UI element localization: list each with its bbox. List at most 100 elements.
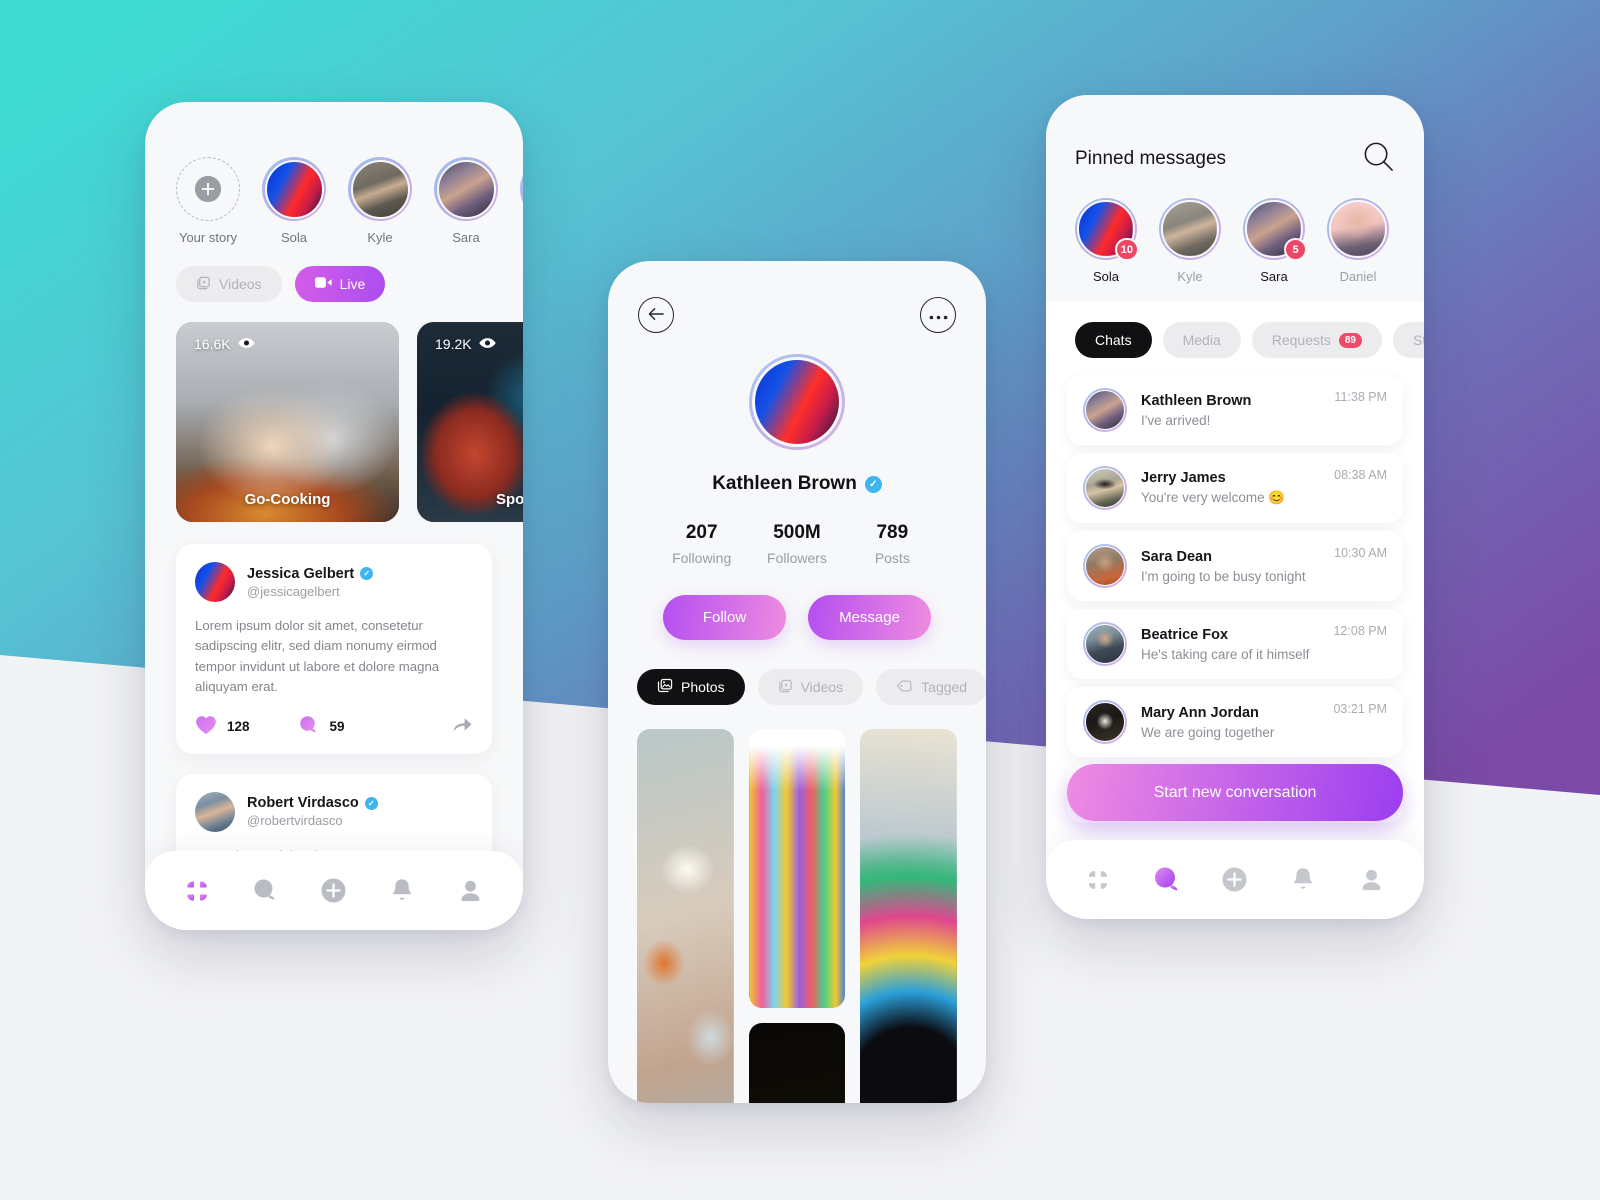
pinned-kyle[interactable]: Kyle: [1159, 198, 1221, 284]
chat-preview: We are going together: [1141, 724, 1275, 740]
chat-timestamp: 11:38 PM: [1334, 390, 1387, 404]
chat-text: Beatrice Fox He's taking care of it hims…: [1141, 627, 1319, 662]
tab-media[interactable]: Media: [1162, 322, 1241, 358]
nav-comment-icon[interactable]: [1144, 857, 1190, 903]
bottom-nav[interactable]: [145, 851, 523, 930]
pinned-sara[interactable]: 5 Sara: [1243, 198, 1307, 284]
bottom-nav[interactable]: [1046, 840, 1424, 919]
avatar-ring: [1083, 544, 1127, 588]
plus-icon[interactable]: [195, 176, 221, 202]
post-card[interactable]: Jessica Gelbert ✓ @jessicagelbert Lorem …: [176, 544, 492, 754]
photo-thumb[interactable]: [748, 729, 846, 1008]
story-your-story[interactable]: Your story: [176, 157, 240, 245]
chat-list-item[interactable]: Sara Dean I'm going to be busy tonight 1…: [1067, 531, 1403, 601]
page-title: Pinned messages: [1075, 148, 1227, 169]
live-card[interactable]: 19.2K Sports-Ic: [417, 322, 523, 522]
photo-thumb[interactable]: [748, 1023, 846, 1103]
video-library-icon: [196, 275, 211, 293]
pinned-sola[interactable]: 10 Sola: [1075, 198, 1139, 284]
avatar: [1085, 390, 1125, 430]
avatar-ring: [1083, 700, 1127, 744]
photo-thumb[interactable]: [860, 729, 957, 1103]
chat-tabs[interactable]: Chats Media Requests 89 Stared: [1046, 322, 1424, 358]
story-sara[interactable]: Sara: [434, 157, 498, 245]
message-button[interactable]: Message: [808, 595, 931, 640]
comment-action[interactable]: 59: [298, 715, 345, 738]
tab-videos[interactable]: Videos: [757, 669, 864, 705]
stat-followers[interactable]: 500M Followers: [749, 522, 844, 566]
tab-label: Requests: [1271, 332, 1331, 348]
share-action[interactable]: [452, 716, 473, 736]
story-ring: [262, 157, 326, 221]
avatar[interactable]: [195, 562, 235, 602]
stories-row[interactable]: Your story Sola Kyle Sara: [145, 102, 523, 245]
pinned-ring: [1159, 198, 1221, 260]
nav-person-icon[interactable]: [448, 868, 494, 914]
tab-tagged[interactable]: Tagged: [876, 669, 986, 705]
tab-chats[interactable]: Chats: [1075, 322, 1152, 358]
live-title: Go-Cooking: [244, 491, 331, 508]
comment-icon[interactable]: [298, 715, 320, 738]
tab-requests[interactable]: Requests 89: [1251, 322, 1382, 358]
heart-icon[interactable]: [195, 715, 217, 738]
live-cards-row[interactable]: 16.6K Go-Cooking 19.2K Sports-Ic: [145, 302, 523, 522]
nav-grid-icon[interactable]: [1075, 857, 1121, 903]
more-options-button[interactable]: [920, 297, 956, 333]
story-label: Sara: [452, 230, 480, 245]
nav-bell-icon[interactable]: [1280, 857, 1326, 903]
avatar: [1085, 702, 1125, 742]
back-button[interactable]: [638, 297, 674, 333]
phone-feed-screen: Your story Sola Kyle Sara Videos Live 16…: [145, 102, 523, 930]
tab-stared[interactable]: Stared: [1393, 322, 1424, 358]
chat-name: Mary Ann Jordan: [1141, 704, 1259, 721]
follow-button[interactable]: Follow: [663, 595, 786, 640]
tab-videos[interactable]: Videos: [176, 266, 282, 302]
nav-bell-icon[interactable]: [379, 868, 425, 914]
post-handle: @jessicagelbert: [247, 583, 340, 599]
avatar[interactable]: [195, 791, 235, 832]
pinned-daniel[interactable]: Daniel: [1327, 198, 1389, 284]
chat-name: Sara Dean: [1141, 548, 1212, 565]
stat-posts[interactable]: 789 Posts: [845, 522, 940, 566]
nav-plus-circle-icon[interactable]: [311, 868, 357, 914]
pinned-ring: 5: [1243, 198, 1307, 261]
start-new-conversation-button[interactable]: Start new conversation: [1067, 764, 1403, 821]
like-action[interactable]: 128: [195, 715, 250, 738]
avatar: [1329, 200, 1387, 258]
stat-following[interactable]: 207 Following: [654, 522, 749, 566]
chat-preview: I'm going to be busy tonight: [1141, 568, 1306, 584]
story-next-partial[interactable]: [520, 157, 523, 245]
photo-thumb[interactable]: [637, 729, 734, 1103]
nav-comment-icon[interactable]: [243, 868, 289, 914]
chat-list-item[interactable]: Mary Ann Jordan We are going together 03…: [1067, 687, 1403, 757]
search-icon[interactable]: [1362, 140, 1395, 178]
tab-photos[interactable]: Photos: [637, 669, 745, 705]
avatar[interactable]: [752, 357, 842, 447]
chat-list-item[interactable]: Jerry James You're very welcome 😊 08:38 …: [1067, 453, 1403, 523]
unread-badge: 5: [1284, 238, 1307, 261]
profile-tabs[interactable]: Photos Videos Tagged: [608, 640, 986, 705]
share-icon[interactable]: [452, 716, 473, 736]
stat-value: 207: [685, 522, 718, 543]
story-label: Sola: [280, 230, 308, 245]
pinned-avatars-row[interactable]: 10 Sola Kyle 5 Sara Daniel: [1046, 178, 1424, 284]
story-kyle[interactable]: Kyle: [348, 157, 412, 245]
live-views: 19.2K: [435, 336, 496, 352]
nav-plus-circle-icon[interactable]: [1212, 857, 1258, 903]
pinned-label: Daniel: [1339, 269, 1377, 284]
story-sola[interactable]: Sola: [262, 157, 326, 245]
tab-label: Chats: [1095, 332, 1132, 348]
feed-filter-tabs[interactable]: Videos Live: [145, 245, 523, 302]
live-card[interactable]: 16.6K Go-Cooking: [176, 322, 399, 522]
tab-label: Videos: [800, 679, 844, 695]
avatar-ring: [1083, 388, 1127, 432]
chat-header: Pinned messages 10 Sola Kyle 5 Sara Dani…: [1046, 95, 1424, 302]
nav-grid-icon[interactable]: [174, 868, 220, 914]
tab-live[interactable]: Live: [294, 266, 386, 302]
chat-list-item[interactable]: Kathleen Brown I've arrived! 11:38 PM: [1067, 375, 1403, 445]
nav-person-icon[interactable]: [1349, 857, 1395, 903]
post-actions: 128 59: [195, 715, 473, 738]
chat-list-item[interactable]: Beatrice Fox He's taking care of it hims…: [1067, 609, 1403, 679]
add-story-ring: [176, 157, 240, 221]
comment-count: 59: [329, 718, 345, 734]
